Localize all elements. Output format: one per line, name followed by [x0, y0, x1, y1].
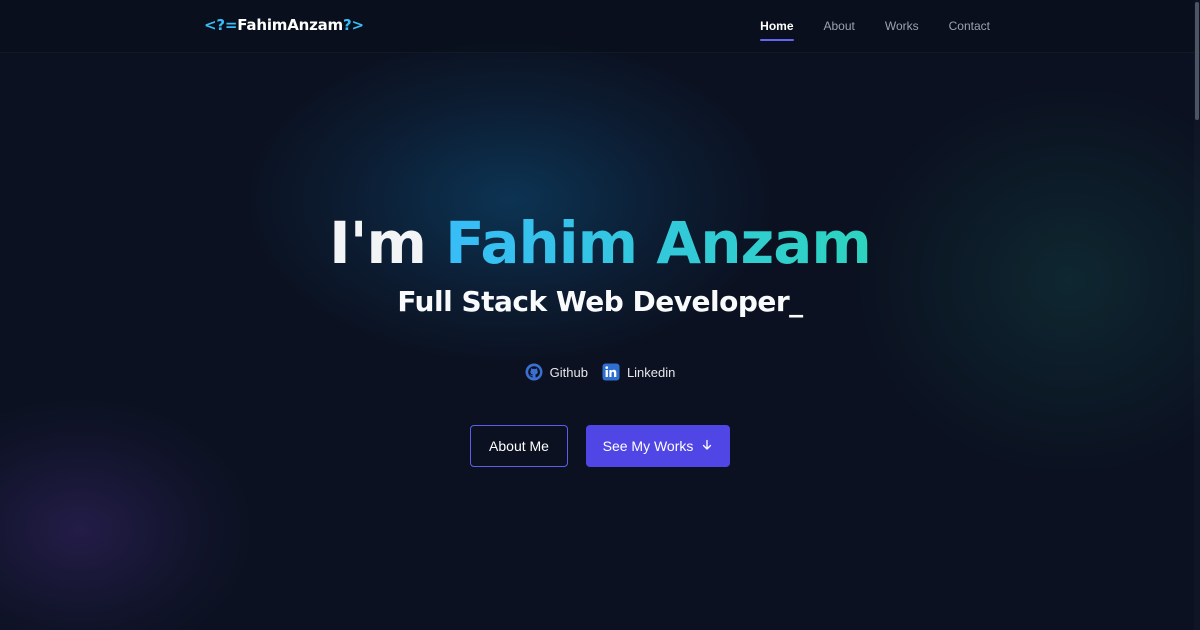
see-my-works-button[interactable]: See My Works	[586, 425, 730, 467]
hero-title: I'm Fahim Anzam	[0, 208, 1200, 278]
social-links: Github Linkedin	[0, 363, 1200, 381]
linkedin-icon	[602, 363, 620, 381]
nav-item-contact[interactable]: Contact	[949, 19, 990, 33]
github-link[interactable]: Github	[525, 363, 588, 381]
cta-buttons: About Me See My Works	[0, 425, 1200, 467]
hero-section: I'm Fahim Anzam Full Stack Web Developer…	[0, 0, 1200, 630]
see-my-works-button-label: See My Works	[602, 438, 694, 454]
logo-close-bracket: ?>	[342, 16, 364, 34]
github-icon	[525, 363, 543, 381]
logo-name: FahimAnzam	[237, 16, 343, 34]
about-me-button[interactable]: About Me	[470, 425, 568, 467]
linkedin-label: Linkedin	[626, 364, 676, 380]
linkedin-link[interactable]: Linkedin	[602, 363, 675, 381]
page-scrollbar[interactable]	[1194, 0, 1200, 630]
nav-item-works[interactable]: Works	[885, 19, 919, 33]
hero-title-name: Fahim Anzam	[445, 209, 872, 277]
hero-subtitle: Full Stack Web Developer_	[0, 285, 1200, 318]
about-me-button-label: About Me	[489, 438, 549, 454]
hero-subtitle-text: Full Stack Web Developer	[397, 285, 790, 318]
nav-item-home[interactable]: Home	[760, 19, 794, 41]
hero-title-prefix: I'm	[329, 209, 446, 277]
scrollbar-thumb[interactable]	[1195, 2, 1199, 120]
nav-item-about[interactable]: About	[824, 19, 855, 33]
site-logo[interactable]: <?=FahimAnzam?>	[204, 16, 364, 34]
arrow-down-icon	[701, 438, 713, 454]
typing-cursor: _	[789, 285, 803, 318]
navbar: <?=FahimAnzam?> Home About Works Contact	[0, 0, 1200, 53]
logo-open-bracket: <?=	[204, 16, 238, 34]
page: <?=FahimAnzam?> Home About Works Contact…	[0, 0, 1200, 630]
main-nav: Home About Works Contact	[730, 19, 990, 41]
github-label: Github	[549, 364, 588, 380]
